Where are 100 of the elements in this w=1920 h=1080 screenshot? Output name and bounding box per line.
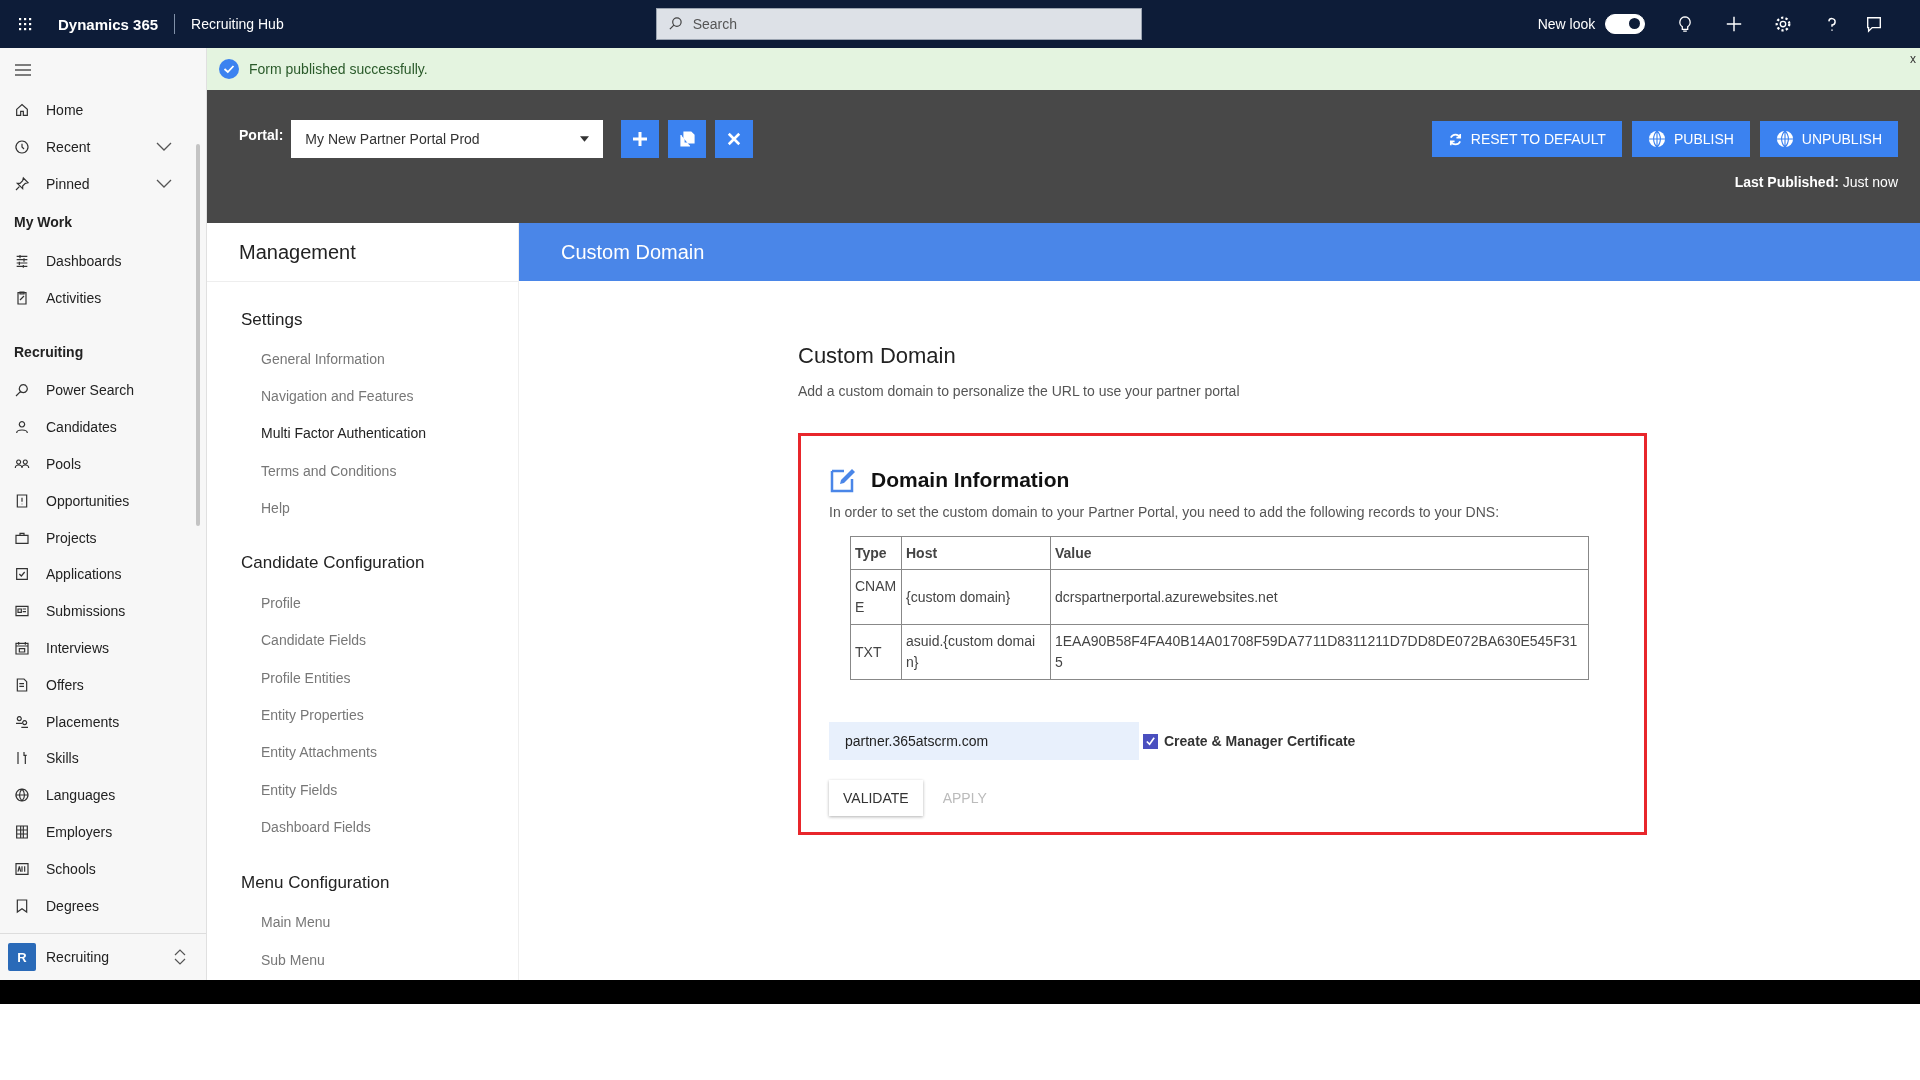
globe-icon [1775, 130, 1794, 148]
settings-menu-item[interactable]: Dashboard Fields [241, 808, 518, 846]
plus-icon[interactable] [1725, 15, 1744, 33]
nav-item[interactable]: Power Search [14, 372, 206, 409]
chat-icon[interactable] [1865, 15, 1884, 33]
pin-icon [14, 176, 30, 192]
checkbox-label: Create & Manager Certificate [1164, 733, 1356, 749]
nav-section-heading: My Work [14, 213, 74, 233]
nav-section-heading: Recruiting [14, 343, 85, 362]
table-cell: CNAME [850, 569, 902, 625]
calendar-icon [14, 639, 30, 656]
nav-item[interactable]: Placements [14, 703, 206, 740]
copy-button[interactable] [668, 120, 707, 158]
nav-item[interactable]: Schools [14, 850, 206, 888]
nav-item[interactable]: Degrees [14, 887, 206, 924]
nav-item[interactable]: Activities [14, 279, 206, 316]
nav-item[interactable]: Submissions [14, 592, 206, 630]
close-button[interactable]: x [1908, 52, 1918, 66]
settings-menu-item[interactable]: Profile [241, 584, 518, 622]
nav-item[interactable]: Home [14, 92, 206, 129]
settings-menu-item[interactable]: Sub Menu [241, 940, 518, 979]
up-down-chevron-icon [174, 948, 186, 966]
settings-menu-item[interactable]: Profile Entities [241, 659, 518, 697]
management-title: Management [207, 223, 518, 282]
portal-action-button[interactable]: PUBLISH [1631, 121, 1750, 157]
column-header: Host [901, 536, 1051, 570]
area-name: Recruiting Hub [191, 16, 284, 32]
settings-menu-item[interactable]: Main Menu [241, 903, 518, 941]
nav-item[interactable]: Opportunities [14, 482, 206, 520]
settings-menu-item[interactable]: Entity Fields [241, 770, 518, 809]
dropdown-arrow-icon [580, 136, 590, 142]
tools-icon [14, 750, 30, 767]
globe-icon [14, 787, 30, 804]
form-button[interactable]: VALIDATE [829, 780, 923, 816]
building-icon [14, 823, 30, 840]
scrollbar[interactable] [196, 144, 200, 526]
table-cell: dcrspartnerportal.azurewebsites.net [1050, 569, 1589, 625]
chevron-down-icon[interactable] [156, 142, 172, 153]
settings-menu-item[interactable]: Multi Factor Authentication [241, 414, 518, 452]
card-title: Domain Information [871, 468, 1070, 492]
settings-menu-item[interactable]: Candidate Fields [241, 621, 518, 660]
settings-section-heading: Menu Configuration [241, 871, 391, 894]
person-icon [14, 419, 30, 436]
portal-action-button[interactable]: RESET TO DEFAULT [1431, 121, 1622, 157]
nav-item[interactable]: Dashboards [14, 242, 206, 280]
search-field[interactable]: Search [655, 8, 1142, 40]
nav-item[interactable]: Applications [14, 555, 206, 593]
nav-item[interactable]: Languages [14, 776, 206, 814]
nav-item[interactable]: Employers [14, 813, 206, 851]
app-launcher-icon[interactable] [18, 17, 32, 31]
new-look-label: New look [1537, 16, 1596, 32]
add-button[interactable] [621, 120, 660, 158]
clock-icon [14, 139, 30, 156]
clipboard-icon [14, 289, 30, 306]
page-header: Custom Domain [519, 223, 1920, 281]
settings-menu-item[interactable]: Help [241, 489, 518, 527]
app-name: Dynamics 365 [58, 15, 159, 33]
globe-icon [1647, 130, 1666, 148]
portal-dropdown[interactable]: My New Partner Portal Prod [291, 120, 604, 158]
chevron-down-icon[interactable] [156, 179, 172, 189]
section-title: Custom Domain [798, 343, 957, 369]
menu-icon[interactable] [15, 64, 31, 76]
nav-item[interactable]: Projects [14, 519, 206, 556]
home-icon [14, 102, 30, 119]
notice-icon [14, 492, 30, 509]
domain-input-field[interactable]: partner.365atscrm.com [829, 722, 1139, 760]
nav-item[interactable]: Skills [14, 739, 206, 777]
settings-menu-item[interactable]: Navigation and Features [241, 377, 518, 415]
certificate-checkbox[interactable] [1143, 733, 1158, 749]
table-cell: {custom domain} [901, 569, 1051, 625]
copy-icon [679, 131, 696, 147]
checkbox-icon [14, 566, 30, 583]
dashboard-icon [14, 252, 30, 269]
check-circle-icon [219, 59, 239, 79]
area-label: Recruiting [46, 949, 110, 965]
notification-message: Form published successfully. [249, 61, 428, 77]
nav-item[interactable]: Offers [14, 666, 206, 704]
settings-icon[interactable] [1774, 15, 1793, 33]
settings-menu-item[interactable]: Terms and Conditions [241, 451, 518, 490]
portal-action-button[interactable]: UNPUBLISH [1759, 121, 1898, 157]
magnifier-icon [14, 382, 30, 399]
settings-menu-item[interactable]: Entity Attachments [241, 733, 518, 771]
nav-item[interactable]: Pinned [14, 165, 206, 203]
settings-menu-item[interactable]: Entity Properties [241, 696, 518, 734]
column-header: Type [850, 536, 902, 570]
book-icon [14, 897, 30, 914]
nav-item[interactable]: Candidates [14, 408, 206, 446]
nav-item[interactable]: Pools [14, 445, 206, 483]
edit-icon [829, 466, 857, 494]
document-icon [14, 676, 30, 693]
area-badge: R [8, 943, 36, 971]
nav-item[interactable]: Recent [14, 128, 206, 166]
delete-button[interactable] [715, 120, 754, 158]
new-look-toggle[interactable] [1605, 14, 1646, 34]
last-published-status: Last Published: Just now [1733, 174, 1898, 190]
nav-item[interactable]: Interviews [14, 629, 206, 667]
plus-icon [632, 131, 649, 147]
refresh-icon [1447, 131, 1463, 147]
table-cell: asuid.{custom domain} [901, 624, 1051, 680]
settings-menu-item[interactable]: General Information [241, 340, 518, 378]
